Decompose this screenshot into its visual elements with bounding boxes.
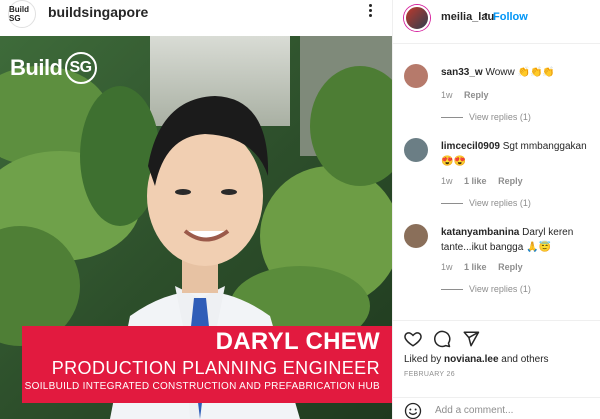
banner-organization: SOILBUILD INTEGRATED CONSTRUCTION AND PR… <box>24 381 380 392</box>
add-comment-row <box>393 397 600 419</box>
reply-button[interactable]: Reply <box>498 176 523 186</box>
reply-button[interactable]: Reply <box>464 90 489 100</box>
comment-text: Woww 👏👏👏 <box>485 67 555 78</box>
build-sg-logo: Build SG <box>10 52 97 84</box>
comment-avatar[interactable] <box>404 138 428 162</box>
share-icon[interactable] <box>462 330 480 348</box>
banner-name: DARYL CHEW <box>215 328 380 355</box>
comment-body: limcecil0909 Sgt mmbanggakan 😍😍 <box>441 139 591 169</box>
comment-time: 1w <box>441 176 453 186</box>
view-replies-button[interactable]: View replies (1) <box>441 284 531 294</box>
comment-icon[interactable] <box>433 330 451 348</box>
follow-button[interactable]: Follow <box>493 11 528 23</box>
comment-body: katanyambanina Daryl keren tante...ikut … <box>441 225 591 255</box>
emoji-icon[interactable] <box>404 402 422 419</box>
reply-button[interactable]: Reply <box>498 262 523 272</box>
comment-item: limcecil0909 Sgt mmbanggakan 😍😍 1w 1 lik… <box>393 138 600 208</box>
post-actions: Liked by noviana.lee and others FEBRUARY… <box>393 320 600 419</box>
comment-username[interactable]: katanyambanina <box>441 227 519 238</box>
add-comment-input[interactable] <box>435 402 595 418</box>
comment-item: san33_w Woww 👏👏👏 1w Reply View replies (… <box>393 64 600 128</box>
comment-meta: 1w Reply <box>441 90 498 100</box>
more-options-icon[interactable] <box>365 2 375 20</box>
comment-item: katanyambanina Daryl keren tante...ikut … <box>393 224 600 304</box>
banner-role: PRODUCTION PLANNING ENGINEER <box>51 358 380 378</box>
comment-meta: 1w 1 like Reply <box>441 176 532 186</box>
comment-avatar[interactable] <box>404 224 428 248</box>
view-replies-label: View replies (1) <box>469 112 531 122</box>
post-date[interactable]: FEBRUARY 26 <box>404 371 455 378</box>
liked-by-suffix[interactable]: and others <box>501 354 548 365</box>
account-avatar[interactable]: Build SG <box>8 0 36 28</box>
brand-text: Build <box>10 55 63 80</box>
heart-icon[interactable] <box>404 330 422 348</box>
post-header: Build SG buildsingapore <box>0 0 392 36</box>
view-replies-label: View replies (1) <box>469 198 531 208</box>
liked-by-user[interactable]: noviana.lee <box>444 354 498 365</box>
panel-header: meilia_lau • Follow <box>393 0 600 44</box>
comment-body: san33_w Woww 👏👏👏 <box>441 65 591 80</box>
name-banner: DARYL CHEW PRODUCTION PLANNING ENGINEER … <box>22 326 392 403</box>
comment-time: 1w <box>441 90 453 100</box>
comment-likes[interactable]: 1 like <box>464 262 487 272</box>
comment-meta: 1w 1 like Reply <box>441 262 532 272</box>
liked-by-text: Liked by noviana.lee and others <box>404 354 549 365</box>
view-replies-button[interactable]: View replies (1) <box>441 198 531 208</box>
brand-circle: SG <box>64 52 97 84</box>
comment-username[interactable]: limcecil0909 <box>441 141 500 152</box>
user-avatar[interactable] <box>404 5 430 31</box>
post-image: Build SG DARYL CHEW PRODUCTION PLANNING … <box>0 36 392 419</box>
view-replies-label: View replies (1) <box>469 284 531 294</box>
separator-dot: • <box>484 9 488 21</box>
view-replies-button[interactable]: View replies (1) <box>441 112 531 122</box>
instagram-post-page: Build SG buildsingapore Build SG DARYL C… <box>0 0 600 419</box>
comment-username[interactable]: san33_w <box>441 67 483 78</box>
account-name[interactable]: buildsingapore <box>48 4 148 20</box>
liked-by-prefix: Liked by <box>404 354 442 365</box>
comments-panel: meilia_lau • Follow san33_w Woww 👏👏👏 1w … <box>392 0 600 419</box>
account-avatar-text: Build SG <box>9 5 29 23</box>
comment-time: 1w <box>441 262 453 272</box>
comment-avatar[interactable] <box>404 64 428 88</box>
comment-likes[interactable]: 1 like <box>464 176 487 186</box>
